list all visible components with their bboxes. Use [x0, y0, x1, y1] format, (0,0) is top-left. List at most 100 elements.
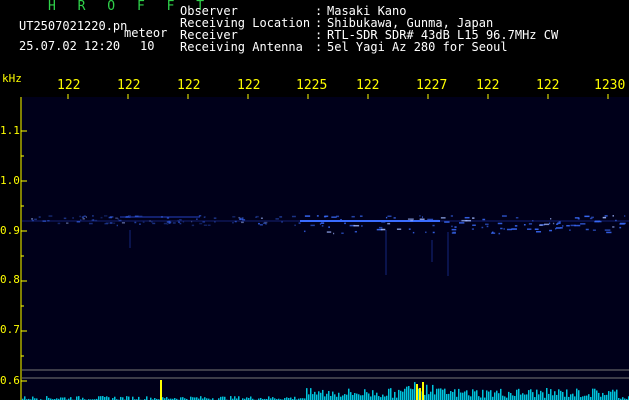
noise-bar — [356, 393, 358, 400]
noise-bar — [390, 388, 392, 400]
noise-bar — [334, 394, 336, 400]
signal-speck — [333, 232, 335, 235]
noise-bar — [128, 396, 130, 400]
signal-speck — [393, 217, 396, 219]
signal-speck — [79, 215, 81, 218]
signal-speck — [48, 215, 53, 217]
noise-bar — [542, 392, 544, 400]
noise-bar — [452, 391, 454, 400]
signal-speck — [604, 215, 608, 217]
signal-speck — [279, 216, 283, 218]
noise-bar — [572, 393, 574, 400]
noise-bar — [470, 396, 472, 400]
signal-speck — [326, 231, 332, 233]
y-tick-label: 1.0 — [0, 174, 20, 187]
signal-speck — [589, 217, 593, 220]
signal-speck — [166, 221, 171, 223]
signal-speck — [108, 216, 112, 219]
x-tick-label: 122 — [476, 78, 500, 93]
noise-bar — [476, 390, 478, 400]
signal-speck — [451, 228, 457, 231]
signal-speck — [275, 218, 279, 220]
signal-speck — [549, 229, 553, 232]
signal-speck — [485, 223, 489, 226]
noise-bar — [312, 394, 314, 400]
x-tick-label: 1230 — [594, 78, 626, 93]
signal-speck — [454, 226, 457, 228]
signal-speck — [88, 222, 93, 225]
signal-speck — [76, 221, 81, 223]
signal-speck — [149, 220, 152, 222]
signal-speck — [427, 218, 434, 221]
signal-speck — [82, 218, 85, 220]
noise-bar — [106, 396, 108, 400]
noise-bar — [78, 396, 80, 400]
signal-speck — [425, 231, 427, 234]
noise-bar — [402, 391, 404, 400]
signal-speck — [498, 232, 501, 235]
x-tick-label: 122 — [356, 78, 380, 93]
signal-speck — [172, 222, 176, 224]
noise-bar — [460, 392, 462, 400]
noise-bar — [146, 396, 148, 400]
noise-bar — [436, 388, 438, 400]
signal-speck — [464, 216, 470, 219]
signal-speck — [408, 228, 411, 230]
signal-speck — [177, 219, 179, 222]
signal-speck — [344, 222, 346, 225]
signal-speck — [410, 219, 414, 222]
noise-bar — [516, 389, 518, 400]
y-tick-label: 0.8 — [0, 273, 20, 286]
signal-speck — [471, 228, 474, 230]
signal-speck — [238, 216, 241, 219]
signal-speck — [207, 224, 211, 226]
signal-speck — [310, 224, 315, 227]
noise-bar — [612, 389, 614, 400]
signal-speck — [199, 222, 203, 225]
noise-bar — [604, 395, 606, 400]
noise-bar — [582, 396, 584, 400]
noise-bar — [538, 394, 540, 400]
y-unit-label: kHz — [2, 72, 22, 85]
signal-speck — [440, 217, 446, 219]
x-tick-label: 122 — [117, 78, 141, 93]
signal-speck — [47, 219, 50, 222]
signal-speck — [203, 224, 208, 227]
signal-speck — [500, 227, 503, 230]
signal-speck — [549, 222, 551, 225]
noise-bar — [238, 396, 240, 400]
signal-speck — [31, 218, 34, 220]
signal-speck — [511, 228, 517, 230]
signal-speck — [105, 222, 110, 224]
signal-speck — [214, 221, 216, 223]
signal-speck — [234, 220, 237, 223]
signal-speck — [451, 225, 453, 228]
plot-background — [22, 97, 629, 400]
noise-bar — [372, 390, 374, 400]
signal-speck — [100, 216, 103, 219]
noise-bar — [498, 393, 500, 400]
signal-speck — [539, 224, 543, 226]
signal-speck — [316, 215, 319, 217]
noise-bar — [350, 392, 352, 400]
noise-bar — [552, 395, 554, 400]
signal-speck — [161, 216, 163, 218]
noise-bar — [450, 391, 452, 400]
noise-bar — [430, 391, 432, 400]
signal-speck — [461, 219, 468, 222]
noise-bar — [466, 390, 468, 400]
signal-speck — [503, 228, 505, 230]
noise-bar — [360, 395, 362, 400]
signal-speck — [523, 224, 526, 226]
signal-speck — [534, 228, 539, 231]
noise-bar — [348, 388, 350, 400]
noise-bar — [548, 393, 550, 400]
noise-bar — [46, 396, 48, 400]
signal-speck — [232, 216, 236, 218]
noise-bar — [352, 394, 354, 400]
signal-speck — [134, 215, 139, 218]
noise-bar — [316, 394, 318, 400]
noise-bar — [412, 389, 414, 400]
noise-bar — [404, 388, 406, 400]
noise-bar — [588, 394, 590, 400]
